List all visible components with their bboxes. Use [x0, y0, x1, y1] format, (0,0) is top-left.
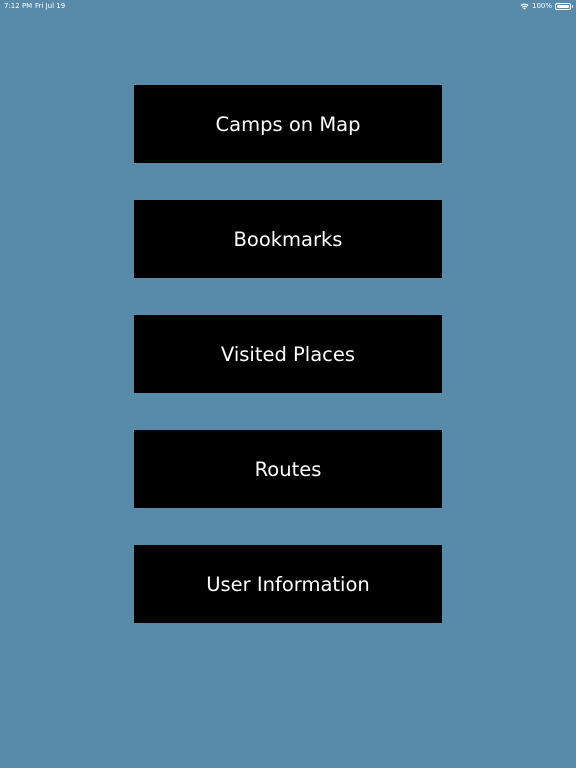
camps-on-map-button[interactable]: Camps on Map	[134, 85, 442, 163]
battery-percentage: 100%	[531, 2, 552, 10]
status-date: Fri Jul 19	[35, 2, 66, 10]
visited-places-button[interactable]: Visited Places	[134, 315, 442, 393]
wifi-icon	[520, 3, 529, 10]
status-time: 7:12 PM	[4, 2, 33, 10]
bookmarks-button[interactable]: Bookmarks	[134, 200, 442, 278]
status-indicators: 100%	[520, 0, 573, 12]
battery-icon	[555, 2, 573, 10]
main-menu: Camps on Map Bookmarks Visited Places Ro…	[134, 85, 442, 623]
user-information-button[interactable]: User Information	[134, 545, 442, 623]
routes-button[interactable]: Routes	[134, 430, 442, 508]
status-bar: 7:12 PM Fri Jul 19 100%	[0, 0, 576, 12]
